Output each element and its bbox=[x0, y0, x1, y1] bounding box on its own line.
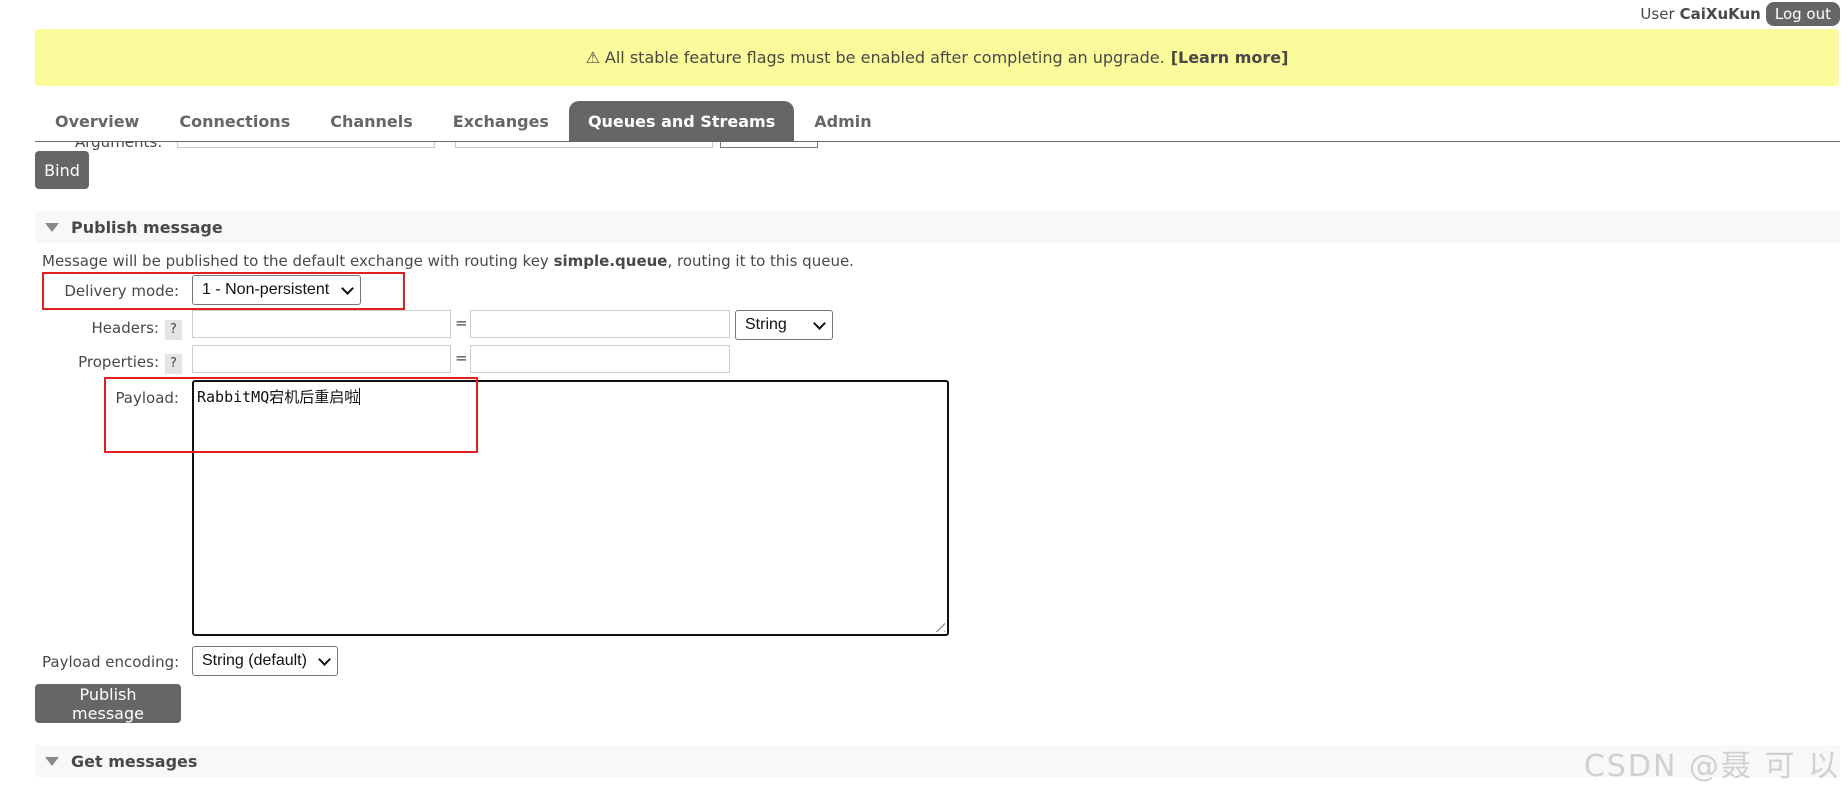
header-type-value: String bbox=[745, 316, 787, 333]
upgrade-warning-banner: ⚠ All stable feature flags must be enabl… bbox=[35, 29, 1839, 86]
publish-desc-prefix: Message will be published to the default… bbox=[42, 252, 554, 270]
learn-more-link[interactable]: [Learn more] bbox=[1171, 48, 1289, 67]
properties-label: Properties: bbox=[78, 353, 159, 371]
argument-key-input[interactable] bbox=[177, 142, 435, 148]
payload-encoding-label: Payload encoding: bbox=[42, 653, 180, 671]
tab-exchanges[interactable]: Exchanges bbox=[433, 101, 569, 141]
collapse-triangle-icon bbox=[45, 222, 59, 232]
tab-admin[interactable]: Admin bbox=[794, 101, 891, 141]
tab-overview[interactable]: Overview bbox=[35, 101, 159, 141]
arguments-label: Arguments: bbox=[75, 142, 162, 150]
annotation-box-delivery-mode bbox=[42, 272, 405, 310]
property-value-input[interactable] bbox=[470, 345, 730, 373]
logout-button[interactable]: Log out bbox=[1765, 2, 1840, 26]
header-value-input[interactable] bbox=[470, 310, 730, 338]
collapse-triangle-icon bbox=[45, 756, 59, 766]
headers-equals-sign: = bbox=[455, 314, 468, 332]
user-area: User CaiXuKun Log out bbox=[1640, 1, 1840, 27]
bind-button[interactable]: Bind bbox=[35, 151, 89, 189]
publish-message-title: Publish message bbox=[71, 217, 223, 237]
headers-label-group: Headers:? bbox=[42, 319, 182, 340]
properties-equals-sign: = bbox=[455, 349, 468, 367]
annotation-box-payload bbox=[104, 377, 478, 453]
resize-grip-icon[interactable] bbox=[936, 623, 945, 632]
watermark: CSDN @聂 可 以 bbox=[1583, 749, 1840, 784]
get-messages-section-header[interactable]: Get messages bbox=[35, 745, 1840, 777]
main-nav-tabs: Overview Connections Channels Exchanges … bbox=[35, 101, 892, 141]
user-name: CaiXuKun bbox=[1679, 5, 1761, 23]
chevron-down-icon bbox=[813, 316, 826, 330]
publish-message-button[interactable]: Publish message bbox=[35, 684, 181, 723]
property-key-input[interactable] bbox=[192, 345, 451, 373]
payload-encoding-value: String (default) bbox=[202, 652, 307, 669]
properties-label-group: Properties:? bbox=[42, 353, 182, 374]
tab-channels[interactable]: Channels bbox=[310, 101, 433, 141]
routing-key: simple.queue bbox=[553, 252, 668, 270]
publish-desc-suffix: , routing it to this queue. bbox=[667, 252, 854, 270]
argument-value-input[interactable] bbox=[455, 142, 713, 148]
user-prefix-label: User bbox=[1640, 5, 1675, 23]
tab-connections[interactable]: Connections bbox=[159, 101, 310, 141]
payload-encoding-select[interactable]: String (default) bbox=[192, 646, 338, 676]
header-key-input[interactable] bbox=[192, 310, 451, 338]
banner-message: All stable feature flags must be enabled… bbox=[604, 48, 1165, 67]
headers-help-icon[interactable]: ? bbox=[165, 320, 182, 340]
tab-queues-and-streams[interactable]: Queues and Streams bbox=[568, 101, 795, 141]
publish-description: Message will be published to the default… bbox=[42, 252, 854, 270]
publish-message-section-header[interactable]: Publish message bbox=[35, 211, 1840, 243]
headers-label: Headers: bbox=[91, 319, 160, 337]
warning-icon: ⚠ bbox=[585, 48, 600, 67]
header-type-select[interactable]: String bbox=[735, 310, 833, 340]
bind-arguments-row: Arguments: bbox=[35, 142, 885, 150]
chevron-down-icon bbox=[318, 652, 331, 666]
properties-help-icon[interactable]: ? bbox=[165, 354, 182, 374]
get-messages-title: Get messages bbox=[71, 751, 198, 771]
argument-type-select[interactable] bbox=[720, 142, 818, 148]
